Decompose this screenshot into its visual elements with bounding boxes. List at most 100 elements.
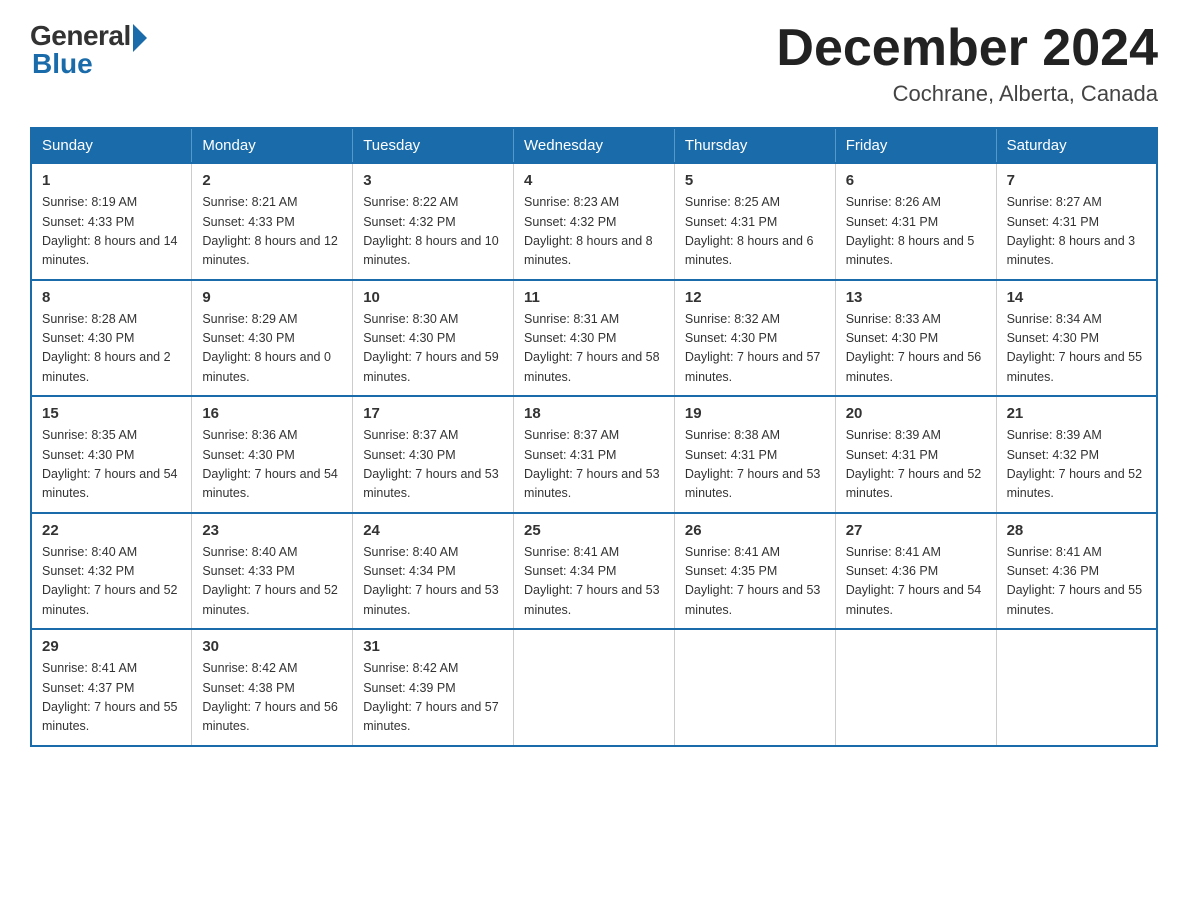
day-cell: 2 Sunrise: 8:21 AM Sunset: 4:33 PM Dayli… (192, 163, 353, 280)
logo-arrow-icon (133, 24, 147, 52)
header-saturday: Saturday (996, 128, 1157, 163)
day-number: 6 (846, 172, 986, 189)
day-info: Sunrise: 8:39 AM Sunset: 4:31 PM Dayligh… (846, 426, 986, 504)
day-cell (996, 629, 1157, 746)
header-row: Sunday Monday Tuesday Wednesday Thursday… (31, 128, 1157, 163)
day-cell: 20 Sunrise: 8:39 AM Sunset: 4:31 PM Dayl… (835, 396, 996, 513)
day-cell (835, 629, 996, 746)
day-info: Sunrise: 8:32 AM Sunset: 4:30 PM Dayligh… (685, 310, 825, 388)
day-info: Sunrise: 8:31 AM Sunset: 4:30 PM Dayligh… (524, 310, 664, 388)
day-info: Sunrise: 8:41 AM Sunset: 4:36 PM Dayligh… (846, 543, 986, 621)
day-number: 5 (685, 172, 825, 189)
day-cell: 29 Sunrise: 8:41 AM Sunset: 4:37 PM Dayl… (31, 629, 192, 746)
day-info: Sunrise: 8:23 AM Sunset: 4:32 PM Dayligh… (524, 193, 664, 271)
day-cell: 6 Sunrise: 8:26 AM Sunset: 4:31 PM Dayli… (835, 163, 996, 280)
logo: General Blue (30, 20, 147, 80)
day-cell: 15 Sunrise: 8:35 AM Sunset: 4:30 PM Dayl… (31, 396, 192, 513)
day-cell: 7 Sunrise: 8:27 AM Sunset: 4:31 PM Dayli… (996, 163, 1157, 280)
day-cell: 23 Sunrise: 8:40 AM Sunset: 4:33 PM Dayl… (192, 513, 353, 630)
day-cell: 1 Sunrise: 8:19 AM Sunset: 4:33 PM Dayli… (31, 163, 192, 280)
day-info: Sunrise: 8:38 AM Sunset: 4:31 PM Dayligh… (685, 426, 825, 504)
day-number: 7 (1007, 172, 1146, 189)
day-number: 25 (524, 522, 664, 539)
day-info: Sunrise: 8:42 AM Sunset: 4:39 PM Dayligh… (363, 659, 503, 737)
day-cell: 16 Sunrise: 8:36 AM Sunset: 4:30 PM Dayl… (192, 396, 353, 513)
day-number: 9 (202, 289, 342, 306)
day-cell: 3 Sunrise: 8:22 AM Sunset: 4:32 PM Dayli… (353, 163, 514, 280)
day-cell: 8 Sunrise: 8:28 AM Sunset: 4:30 PM Dayli… (31, 280, 192, 397)
day-info: Sunrise: 8:42 AM Sunset: 4:38 PM Dayligh… (202, 659, 342, 737)
day-cell: 28 Sunrise: 8:41 AM Sunset: 4:36 PM Dayl… (996, 513, 1157, 630)
page-header: General Blue December 2024 Cochrane, Alb… (30, 20, 1158, 107)
day-number: 26 (685, 522, 825, 539)
day-cell: 11 Sunrise: 8:31 AM Sunset: 4:30 PM Dayl… (514, 280, 675, 397)
week-row-1: 1 Sunrise: 8:19 AM Sunset: 4:33 PM Dayli… (31, 163, 1157, 280)
day-number: 28 (1007, 522, 1146, 539)
header-sunday: Sunday (31, 128, 192, 163)
header-monday: Monday (192, 128, 353, 163)
day-info: Sunrise: 8:41 AM Sunset: 4:35 PM Dayligh… (685, 543, 825, 621)
day-info: Sunrise: 8:37 AM Sunset: 4:30 PM Dayligh… (363, 426, 503, 504)
day-cell: 14 Sunrise: 8:34 AM Sunset: 4:30 PM Dayl… (996, 280, 1157, 397)
day-number: 4 (524, 172, 664, 189)
day-info: Sunrise: 8:29 AM Sunset: 4:30 PM Dayligh… (202, 310, 342, 388)
day-number: 24 (363, 522, 503, 539)
day-cell: 26 Sunrise: 8:41 AM Sunset: 4:35 PM Dayl… (674, 513, 835, 630)
day-info: Sunrise: 8:36 AM Sunset: 4:30 PM Dayligh… (202, 426, 342, 504)
header-wednesday: Wednesday (514, 128, 675, 163)
day-info: Sunrise: 8:41 AM Sunset: 4:37 PM Dayligh… (42, 659, 181, 737)
day-number: 23 (202, 522, 342, 539)
day-cell: 18 Sunrise: 8:37 AM Sunset: 4:31 PM Dayl… (514, 396, 675, 513)
logo-blue-text: Blue (32, 48, 93, 80)
day-number: 20 (846, 405, 986, 422)
day-cell: 9 Sunrise: 8:29 AM Sunset: 4:30 PM Dayli… (192, 280, 353, 397)
day-cell: 27 Sunrise: 8:41 AM Sunset: 4:36 PM Dayl… (835, 513, 996, 630)
day-cell (674, 629, 835, 746)
day-info: Sunrise: 8:21 AM Sunset: 4:33 PM Dayligh… (202, 193, 342, 271)
day-number: 19 (685, 405, 825, 422)
day-number: 3 (363, 172, 503, 189)
day-cell: 5 Sunrise: 8:25 AM Sunset: 4:31 PM Dayli… (674, 163, 835, 280)
day-cell: 13 Sunrise: 8:33 AM Sunset: 4:30 PM Dayl… (835, 280, 996, 397)
day-cell (514, 629, 675, 746)
day-number: 11 (524, 289, 664, 306)
day-number: 17 (363, 405, 503, 422)
day-info: Sunrise: 8:25 AM Sunset: 4:31 PM Dayligh… (685, 193, 825, 271)
day-number: 31 (363, 638, 503, 655)
day-number: 14 (1007, 289, 1146, 306)
day-cell: 19 Sunrise: 8:38 AM Sunset: 4:31 PM Dayl… (674, 396, 835, 513)
day-number: 27 (846, 522, 986, 539)
calendar-subtitle: Cochrane, Alberta, Canada (776, 81, 1158, 107)
day-info: Sunrise: 8:35 AM Sunset: 4:30 PM Dayligh… (42, 426, 181, 504)
day-number: 1 (42, 172, 181, 189)
day-number: 8 (42, 289, 181, 306)
day-info: Sunrise: 8:26 AM Sunset: 4:31 PM Dayligh… (846, 193, 986, 271)
day-cell: 12 Sunrise: 8:32 AM Sunset: 4:30 PM Dayl… (674, 280, 835, 397)
day-info: Sunrise: 8:40 AM Sunset: 4:32 PM Dayligh… (42, 543, 181, 621)
day-info: Sunrise: 8:28 AM Sunset: 4:30 PM Dayligh… (42, 310, 181, 388)
day-info: Sunrise: 8:34 AM Sunset: 4:30 PM Dayligh… (1007, 310, 1146, 388)
header-thursday: Thursday (674, 128, 835, 163)
day-info: Sunrise: 8:39 AM Sunset: 4:32 PM Dayligh… (1007, 426, 1146, 504)
day-number: 2 (202, 172, 342, 189)
header-tuesday: Tuesday (353, 128, 514, 163)
day-info: Sunrise: 8:40 AM Sunset: 4:33 PM Dayligh… (202, 543, 342, 621)
day-number: 30 (202, 638, 342, 655)
day-info: Sunrise: 8:40 AM Sunset: 4:34 PM Dayligh… (363, 543, 503, 621)
week-row-2: 8 Sunrise: 8:28 AM Sunset: 4:30 PM Dayli… (31, 280, 1157, 397)
day-info: Sunrise: 8:41 AM Sunset: 4:36 PM Dayligh… (1007, 543, 1146, 621)
day-number: 18 (524, 405, 664, 422)
day-cell: 22 Sunrise: 8:40 AM Sunset: 4:32 PM Dayl… (31, 513, 192, 630)
day-info: Sunrise: 8:30 AM Sunset: 4:30 PM Dayligh… (363, 310, 503, 388)
day-cell: 31 Sunrise: 8:42 AM Sunset: 4:39 PM Dayl… (353, 629, 514, 746)
day-number: 16 (202, 405, 342, 422)
day-cell: 17 Sunrise: 8:37 AM Sunset: 4:30 PM Dayl… (353, 396, 514, 513)
day-cell: 21 Sunrise: 8:39 AM Sunset: 4:32 PM Dayl… (996, 396, 1157, 513)
day-info: Sunrise: 8:27 AM Sunset: 4:31 PM Dayligh… (1007, 193, 1146, 271)
day-number: 10 (363, 289, 503, 306)
calendar-table: Sunday Monday Tuesday Wednesday Thursday… (30, 127, 1158, 747)
day-number: 21 (1007, 405, 1146, 422)
day-cell: 30 Sunrise: 8:42 AM Sunset: 4:38 PM Dayl… (192, 629, 353, 746)
day-info: Sunrise: 8:41 AM Sunset: 4:34 PM Dayligh… (524, 543, 664, 621)
week-row-5: 29 Sunrise: 8:41 AM Sunset: 4:37 PM Dayl… (31, 629, 1157, 746)
